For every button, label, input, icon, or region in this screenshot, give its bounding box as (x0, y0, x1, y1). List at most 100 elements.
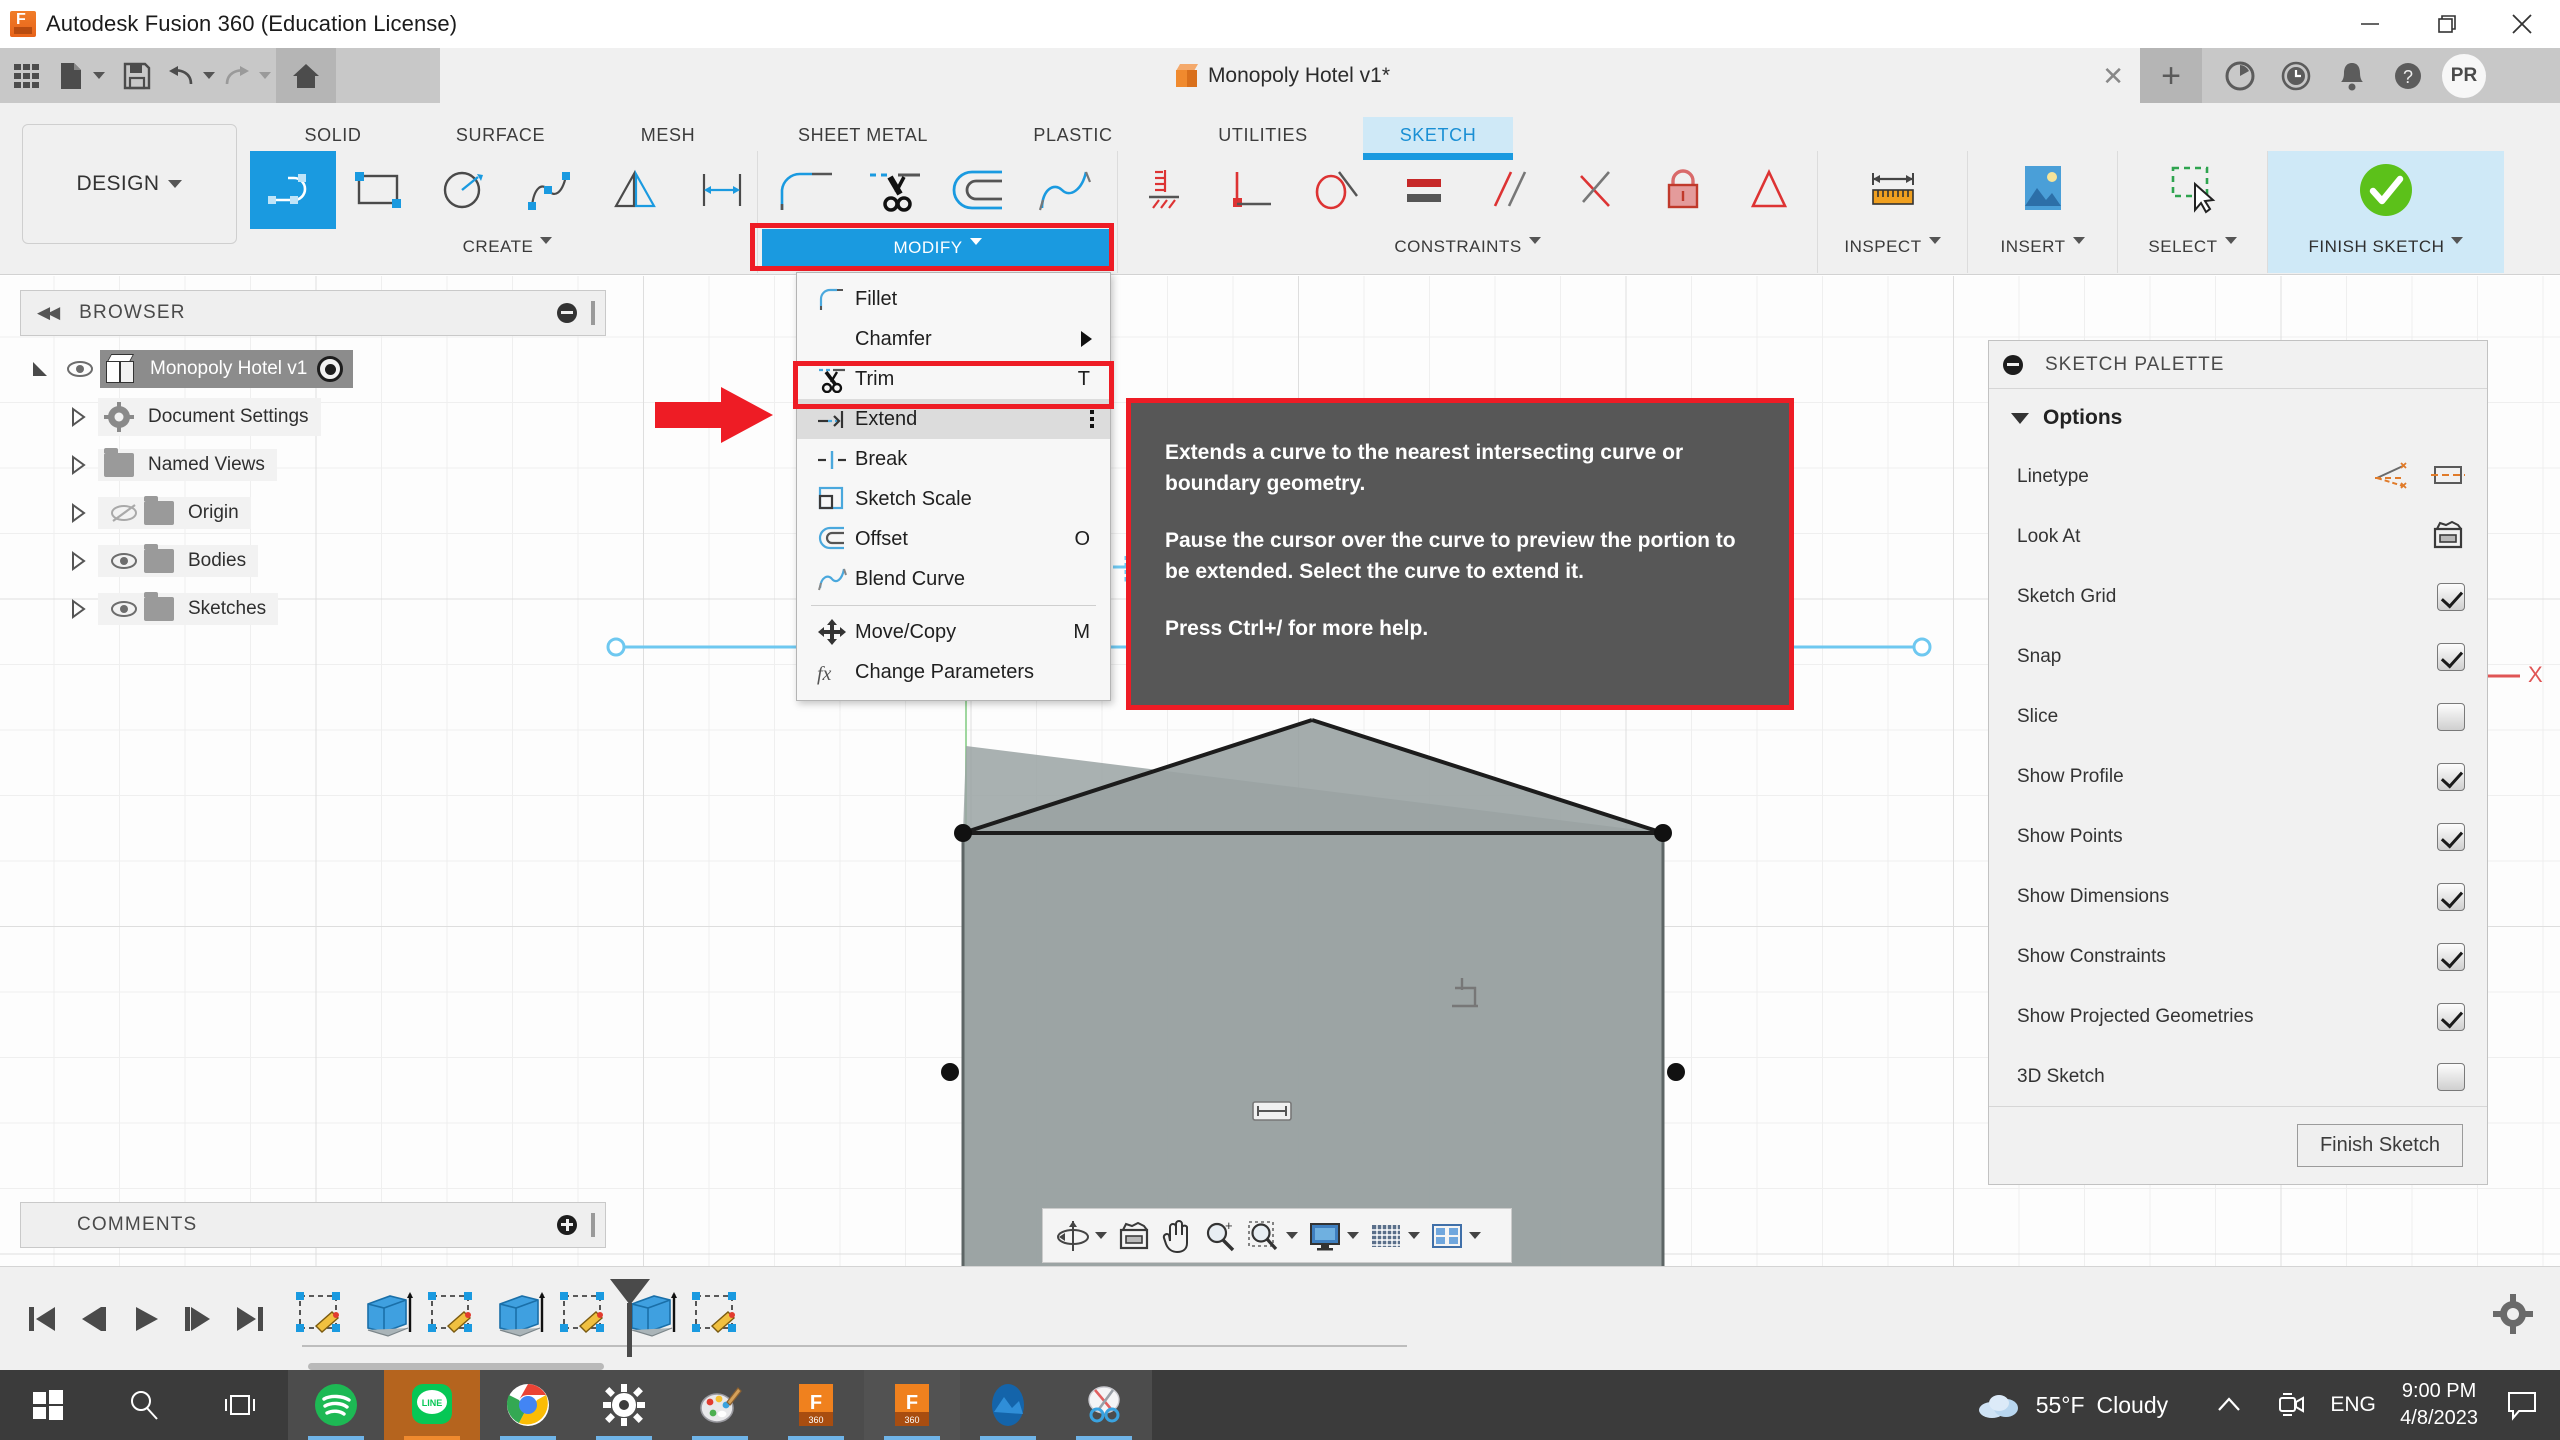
extrude-feature[interactable] (492, 1288, 548, 1350)
snipping-tool-app[interactable] (1056, 1370, 1152, 1440)
restore-icon[interactable] (2408, 0, 2484, 48)
finish-sketch-group-label[interactable]: FINISH SKETCH (2309, 229, 2464, 269)
search-button[interactable] (96, 1370, 192, 1440)
notification-center-icon[interactable] (2494, 1370, 2550, 1440)
horizontal-vertical-constraint[interactable] (1124, 151, 1210, 229)
job-status-icon[interactable] (2212, 59, 2268, 93)
parallel-constraint[interactable] (1468, 151, 1554, 229)
display-settings[interactable] (1303, 1208, 1364, 1263)
go-to-end-button[interactable] (224, 1293, 276, 1345)
browser-item-monopoly-hotel[interactable]: Monopoly Hotel v1 (20, 345, 540, 393)
finish-sketch-tool[interactable] (2343, 151, 2429, 229)
fusion360-app[interactable]: F360 (768, 1370, 864, 1440)
close-icon[interactable]: ✕ (2102, 63, 2124, 89)
options-section-header[interactable]: Options (1989, 389, 2487, 447)
finish-sketch-group[interactable]: FINISH SKETCH (2268, 151, 2504, 273)
snap-checkbox[interactable] (2437, 643, 2465, 671)
show-projected-geometries-checkbox[interactable] (2437, 1003, 2465, 1031)
chevron-down-icon[interactable] (1095, 1232, 1107, 1239)
select-group-label[interactable]: SELECT (2148, 229, 2236, 269)
measure-tool[interactable] (1850, 151, 1936, 229)
grid-snaps[interactable] (1364, 1208, 1425, 1263)
menu-item-change-parameters[interactable]: fx Change Parameters (797, 652, 1110, 692)
step-back-button[interactable] (68, 1293, 120, 1345)
fusion360-app-2[interactable]: F360 (864, 1370, 960, 1440)
expand-arrow-icon[interactable] (58, 550, 98, 572)
app-grid-icon[interactable] (0, 48, 54, 103)
paint-app[interactable] (672, 1370, 768, 1440)
mirror-tool[interactable] (594, 151, 680, 229)
browser-item-document-settings[interactable]: Document Settings (20, 393, 540, 441)
insert-image-tool[interactable] (2000, 151, 2086, 229)
expand-arrow-icon[interactable] (58, 454, 98, 476)
menu-item-overflow-icon[interactable] (1090, 410, 1094, 428)
eye-visible-icon[interactable] (104, 551, 144, 571)
menu-item-trim[interactable]: Trim T (797, 359, 1110, 399)
avatar[interactable]: PR (2442, 54, 2486, 98)
chevron-down-icon[interactable] (1347, 1232, 1359, 1239)
weather-widget[interactable]: 55°F Cloudy (1976, 1390, 2168, 1420)
minimize-circle-icon[interactable] (557, 303, 577, 323)
constraints-group-label[interactable]: CONSTRAINTS (1394, 229, 1540, 269)
coincident-constraint[interactable] (1210, 151, 1296, 229)
collapse-left-icon[interactable]: ◀◀ (37, 303, 57, 323)
undo-dropdown-caret[interactable] (198, 48, 220, 103)
dimension-tool[interactable] (680, 151, 766, 229)
chevron-down-icon[interactable] (1469, 1232, 1481, 1239)
line-app[interactable]: LINE (384, 1370, 480, 1440)
circle-tool[interactable] (422, 151, 508, 229)
recent-activity-icon[interactable] (2268, 59, 2324, 93)
language-indicator[interactable]: ENG (2322, 1370, 2384, 1440)
task-view-button[interactable] (192, 1370, 288, 1440)
timeline-scrollbar[interactable] (308, 1363, 604, 1370)
new-file-dropdown-caret[interactable] (88, 48, 110, 103)
browser-item-origin[interactable]: Origin (20, 489, 540, 537)
chrome-app[interactable] (480, 1370, 576, 1440)
modify-group-label[interactable]: MODIFY (762, 229, 1113, 269)
fillet-tool[interactable] (766, 151, 852, 229)
look-at-icon[interactable] (2431, 520, 2465, 555)
expand-arrow-icon[interactable] (58, 502, 98, 524)
sketch-feature[interactable] (294, 1288, 350, 1350)
minimize-icon[interactable] (2332, 0, 2408, 48)
show-constraints-checkbox[interactable] (2437, 943, 2465, 971)
workspace-switcher[interactable]: DESIGN (22, 124, 237, 244)
rectangle-tool[interactable] (336, 151, 422, 229)
save-icon[interactable] (110, 48, 164, 103)
equal-constraint[interactable] (1382, 151, 1468, 229)
centerline-icon[interactable] (2431, 460, 2465, 495)
menu-item-sketch-scale[interactable]: Sketch Scale (797, 479, 1110, 519)
menu-item-offset[interactable]: Offset O (797, 519, 1110, 559)
pan-tool[interactable] (1156, 1208, 1198, 1263)
show-profile-checkbox[interactable] (2437, 763, 2465, 791)
step-forward-button[interactable] (172, 1293, 224, 1345)
insert-group-label[interactable]: INSERT (2000, 229, 2084, 269)
close-icon[interactable] (2484, 0, 2560, 48)
minimize-circle-icon[interactable] (2003, 355, 2023, 375)
inspect-group-label[interactable]: INSPECT (1844, 229, 1940, 269)
chevron-down-icon[interactable] (1408, 1232, 1420, 1239)
slice-checkbox[interactable] (2437, 703, 2465, 731)
menu-item-break[interactable]: Break (797, 439, 1110, 479)
comments-panel-header[interactable]: COMMENTS (20, 1202, 606, 1248)
resize-grip-icon[interactable] (591, 1213, 595, 1237)
construction-line-icon[interactable] (2373, 460, 2409, 495)
look-at-tool[interactable] (1112, 1208, 1156, 1263)
notifications-bell-icon[interactable] (2324, 59, 2380, 93)
start-button[interactable] (0, 1370, 96, 1440)
expand-arrow-icon[interactable] (58, 406, 98, 428)
blend-curve-tool[interactable] (1024, 151, 1110, 229)
menu-item-extend[interactable]: Extend (797, 399, 1110, 439)
document-tab[interactable]: Monopoly Hotel v1* ✕ (440, 48, 2140, 103)
expand-arrow-icon[interactable] (20, 358, 60, 380)
trim-tool[interactable] (852, 151, 938, 229)
sketch-feature[interactable] (690, 1288, 746, 1350)
spotify-app[interactable] (288, 1370, 384, 1440)
viewports[interactable] (1425, 1208, 1486, 1263)
fix-unfix-constraint[interactable] (1640, 151, 1726, 229)
activate-component-radio[interactable] (317, 356, 343, 382)
create-group-label[interactable]: CREATE (463, 229, 553, 269)
add-comment-icon[interactable] (557, 1215, 577, 1235)
browser-item-named-views[interactable]: Named Views (20, 441, 540, 489)
chevron-up-icon[interactable] (2198, 1370, 2260, 1440)
